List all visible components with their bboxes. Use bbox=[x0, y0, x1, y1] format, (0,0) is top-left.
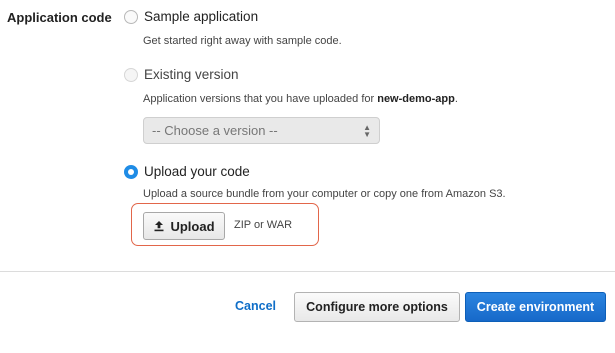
footer-divider bbox=[0, 271, 615, 272]
sample-application-radio[interactable] bbox=[124, 9, 138, 24]
version-select-value: -- Choose a version -- bbox=[152, 123, 278, 138]
upload-button[interactable]: Upload bbox=[143, 212, 225, 240]
sample-application-label[interactable]: Sample application bbox=[144, 9, 258, 24]
radio-option-existing-version[interactable]: Existing version bbox=[124, 67, 239, 82]
upload-file-types: ZIP or WAR bbox=[234, 219, 293, 231]
select-arrows-icon: ▲ ▼ bbox=[363, 123, 371, 139]
existing-version-help-prefix: Application versions that you have uploa… bbox=[143, 93, 378, 105]
upload-icon bbox=[153, 220, 165, 232]
cancel-link[interactable]: Cancel bbox=[235, 299, 276, 313]
application-code-label: Application code bbox=[7, 10, 112, 25]
existing-version-label[interactable]: Existing version bbox=[144, 67, 239, 82]
existing-version-help: Application versions that you have uploa… bbox=[143, 93, 458, 105]
radio-option-upload-code[interactable]: Upload your code bbox=[124, 164, 250, 179]
existing-version-radio[interactable] bbox=[124, 67, 138, 82]
upload-code-label[interactable]: Upload your code bbox=[144, 164, 250, 179]
upload-code-radio[interactable] bbox=[124, 164, 138, 179]
application-code-form: Application code Sample application Get … bbox=[0, 0, 615, 353]
existing-version-help-suffix: . bbox=[454, 93, 458, 105]
version-select[interactable]: -- Choose a version -- ▲ ▼ bbox=[143, 117, 380, 144]
create-environment-button[interactable]: Create environment bbox=[465, 292, 606, 322]
upload-button-label: Upload bbox=[170, 218, 215, 234]
radio-option-sample-application[interactable]: Sample application bbox=[124, 9, 258, 24]
upload-code-help: Upload a source bundle from your compute… bbox=[143, 188, 506, 200]
configure-more-options-button[interactable]: Configure more options bbox=[294, 292, 460, 322]
sample-application-help: Get started right away with sample code. bbox=[143, 35, 342, 47]
existing-version-app-name: new-demo-app bbox=[377, 93, 455, 105]
